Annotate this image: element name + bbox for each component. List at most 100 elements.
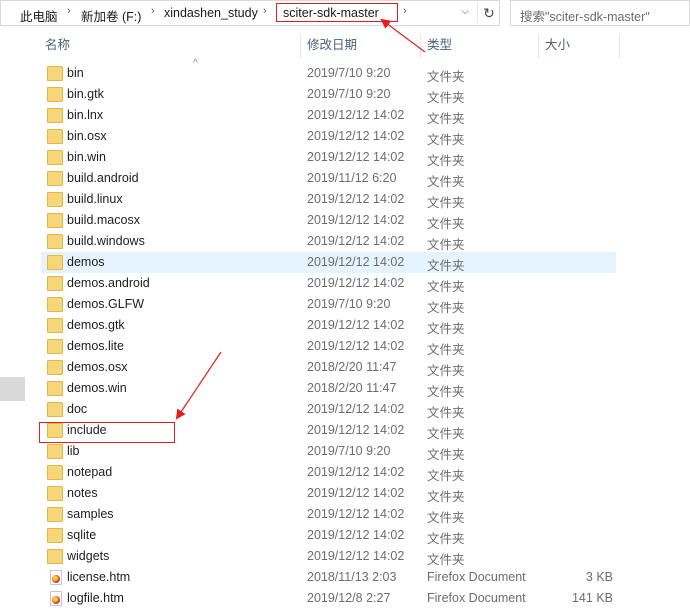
file-modified-date: 2019/12/8 2:27 — [307, 591, 391, 605]
file-row[interactable]: demos.lite 2019/12/12 14:02 文件夹 — [41, 336, 616, 357]
breadcrumb-this-pc[interactable]: 此电脑 — [20, 6, 58, 25]
file-name: bin.gtk — [67, 87, 104, 101]
firefox-document-icon — [50, 591, 62, 606]
refresh-icon[interactable]: ↻ — [480, 3, 498, 23]
breadcrumb-separator-icon[interactable]: › — [151, 5, 155, 17]
file-row[interactable]: sqlite 2019/12/12 14:02 文件夹 — [41, 525, 616, 546]
file-type: 文件夹 — [427, 91, 465, 105]
file-row[interactable]: demos 2019/12/12 14:02 文件夹 — [41, 252, 616, 273]
address-bar[interactable]: 此电脑 › 新加卷 (F:) › xindashen_study › scite… — [0, 0, 500, 26]
annotation-box-breadcrumb — [276, 3, 398, 22]
file-row[interactable]: notes 2019/12/12 14:02 文件夹 — [41, 483, 616, 504]
file-row[interactable]: bin.win 2019/12/12 14:02 文件夹 — [41, 147, 616, 168]
file-name: build.macosx — [67, 213, 140, 227]
folder-icon — [47, 297, 63, 312]
file-type: 文件夹 — [427, 490, 465, 504]
file-row[interactable]: demos.GLFW 2019/7/10 9:20 文件夹 — [41, 294, 616, 315]
file-modified-date: 2019/7/10 9:20 — [307, 297, 391, 311]
file-row[interactable]: logfile.htm 2019/12/8 2:27 Firefox Documen… — [41, 588, 616, 609]
folder-icon — [47, 255, 63, 270]
search-input[interactable]: 搜索"sciter-sdk-master" — [510, 0, 690, 26]
file-row[interactable]: build.linux 2019/12/12 14:02 文件夹 — [41, 189, 616, 210]
file-name: demos.osx — [67, 360, 128, 374]
folder-icon — [47, 444, 63, 459]
file-row[interactable]: demos.osx 2018/2/20 11:47 文件夹 — [41, 357, 616, 378]
file-row[interactable]: bin.gtk 2019/7/10 9:20 文件夹 — [41, 84, 616, 105]
file-type: 文件夹 — [427, 532, 465, 546]
column-size[interactable]: 大小 — [545, 34, 570, 58]
file-name: notes — [67, 486, 98, 500]
folder-icon — [47, 339, 63, 354]
file-type: 文件夹 — [427, 406, 465, 420]
folder-icon — [47, 360, 63, 375]
column-divider[interactable] — [300, 34, 301, 58]
file-modified-date: 2019/12/12 14:02 — [307, 150, 405, 164]
column-date[interactable]: 修改日期 — [307, 34, 357, 58]
file-row[interactable]: license.htm 2018/11/13 2:03 Firefox Docume… — [41, 567, 616, 588]
file-modified-date: 2019/12/12 14:02 — [307, 507, 405, 521]
chevron-down-icon[interactable]: ⌵ — [459, 6, 471, 20]
file-type: Firefox Document — [427, 570, 526, 584]
breadcrumb-folder[interactable]: xindashen_study — [164, 6, 258, 20]
file-modified-date: 2019/12/12 14:02 — [307, 234, 405, 248]
file-type: 文件夹 — [427, 196, 465, 210]
file-modified-date: 2019/7/10 9:20 — [307, 444, 391, 458]
column-divider[interactable] — [420, 34, 421, 58]
file-row[interactable]: samples 2019/12/12 14:02 文件夹 — [41, 504, 616, 525]
file-row[interactable]: notepad 2019/12/12 14:02 文件夹 — [41, 462, 616, 483]
file-type: 文件夹 — [427, 301, 465, 315]
file-name: bin.lnx — [67, 108, 104, 122]
file-modified-date: 2019/12/12 14:02 — [307, 318, 405, 332]
breadcrumb-separator-icon[interactable]: › — [67, 5, 71, 17]
file-modified-date: 2019/12/12 14:02 — [307, 192, 405, 206]
column-divider[interactable] — [619, 34, 620, 58]
folder-icon — [47, 234, 63, 249]
file-name: build.linux — [67, 192, 123, 206]
breadcrumb-separator-icon[interactable]: › — [263, 5, 267, 17]
file-type: 文件夹 — [427, 238, 465, 252]
file-type: 文件夹 — [427, 364, 465, 378]
folder-icon — [47, 171, 63, 186]
column-type[interactable]: 类型 — [427, 34, 452, 58]
file-row[interactable]: lib 2019/7/10 9:20 文件夹 — [41, 441, 616, 462]
file-row[interactable]: demos.android 2019/12/12 14:02 文件夹 — [41, 273, 616, 294]
file-type: 文件夹 — [427, 217, 465, 231]
folder-icon — [47, 318, 63, 333]
file-row[interactable]: demos.win 2018/2/20 11:47 文件夹 — [41, 378, 616, 399]
file-name: demos.gtk — [67, 318, 125, 332]
file-modified-date: 2018/11/13 2:03 — [307, 570, 397, 584]
file-row[interactable]: build.windows 2019/12/12 14:02 文件夹 — [41, 231, 616, 252]
file-name: demos.lite — [67, 339, 124, 353]
file-name: doc — [67, 402, 88, 416]
file-name: widgets — [67, 549, 110, 563]
file-row[interactable]: bin 2019/7/10 9:20 文件夹 — [41, 63, 616, 84]
breadcrumb-separator-icon[interactable]: › — [403, 5, 407, 17]
column-name[interactable]: 名称 — [45, 34, 70, 58]
file-modified-date: 2019/12/12 14:02 — [307, 129, 405, 143]
file-modified-date: 2019/7/10 9:20 — [307, 66, 391, 80]
file-row[interactable]: build.macosx 2019/12/12 14:02 文件夹 — [41, 210, 616, 231]
nav-selected-item[interactable] — [0, 377, 25, 401]
file-name: build.windows — [67, 234, 145, 248]
search-placeholder: 搜索"sciter-sdk-master" — [520, 10, 650, 24]
column-divider[interactable] — [538, 34, 539, 58]
file-row[interactable]: doc 2019/12/12 14:02 文件夹 — [41, 399, 616, 420]
folder-icon — [47, 213, 63, 228]
breadcrumb-drive[interactable]: 新加卷 (F:) — [81, 6, 141, 25]
file-row[interactable]: demos.gtk 2019/12/12 14:02 文件夹 — [41, 315, 616, 336]
file-modified-date: 2019/12/12 14:02 — [307, 486, 405, 500]
file-row[interactable]: bin.osx 2019/12/12 14:02 文件夹 — [41, 126, 616, 147]
file-row[interactable]: bin.lnx 2019/12/12 14:02 文件夹 — [41, 105, 616, 126]
file-row[interactable]: build.android 2019/11/12 6:20 文件夹 — [41, 168, 616, 189]
folder-icon — [47, 276, 63, 291]
file-name: logfile.htm — [67, 591, 124, 605]
file-modified-date: 2019/12/12 14:02 — [307, 549, 405, 563]
file-type: 文件夹 — [427, 448, 465, 462]
navigation-pane[interactable] — [0, 34, 25, 612]
file-type: 文件夹 — [427, 70, 465, 84]
file-name: bin.win — [67, 150, 106, 164]
file-type: Firefox Document — [427, 591, 526, 605]
file-row[interactable]: widgets 2019/12/12 14:02 文件夹 — [41, 546, 616, 567]
file-name: bin — [67, 66, 84, 80]
folder-icon — [47, 129, 63, 144]
